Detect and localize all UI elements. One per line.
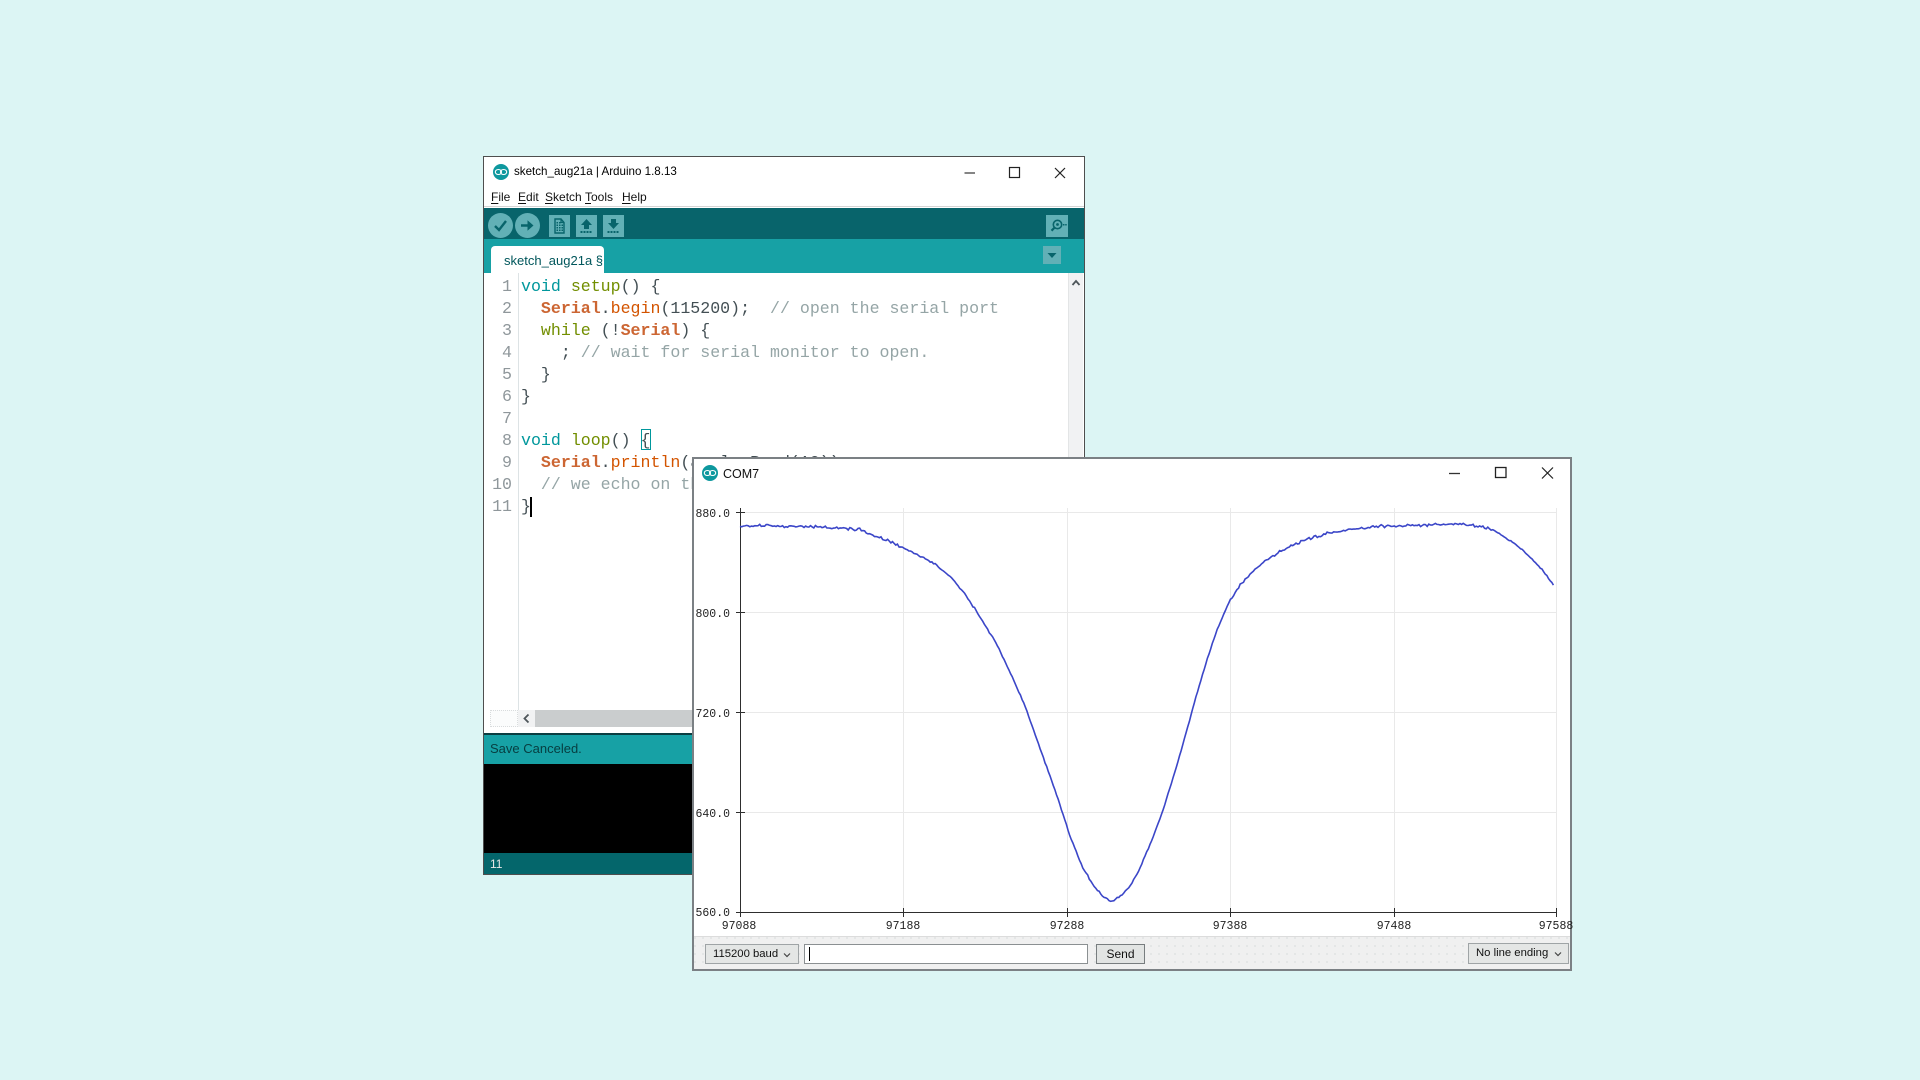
svg-text:880.0: 880.0 [695, 508, 730, 521]
svg-text:560.0: 560.0 [695, 907, 730, 920]
svg-text:97088: 97088 [722, 920, 757, 933]
svg-text:97388: 97388 [1213, 920, 1248, 933]
svg-text:800.0: 800.0 [695, 608, 730, 621]
svg-text:97488: 97488 [1377, 920, 1412, 933]
svg-text:97188: 97188 [886, 920, 921, 933]
svg-text:97588: 97588 [1539, 920, 1574, 933]
svg-text:720.0: 720.0 [695, 708, 730, 721]
svg-text:640.0: 640.0 [695, 808, 730, 821]
svg-text:97288: 97288 [1050, 920, 1085, 933]
